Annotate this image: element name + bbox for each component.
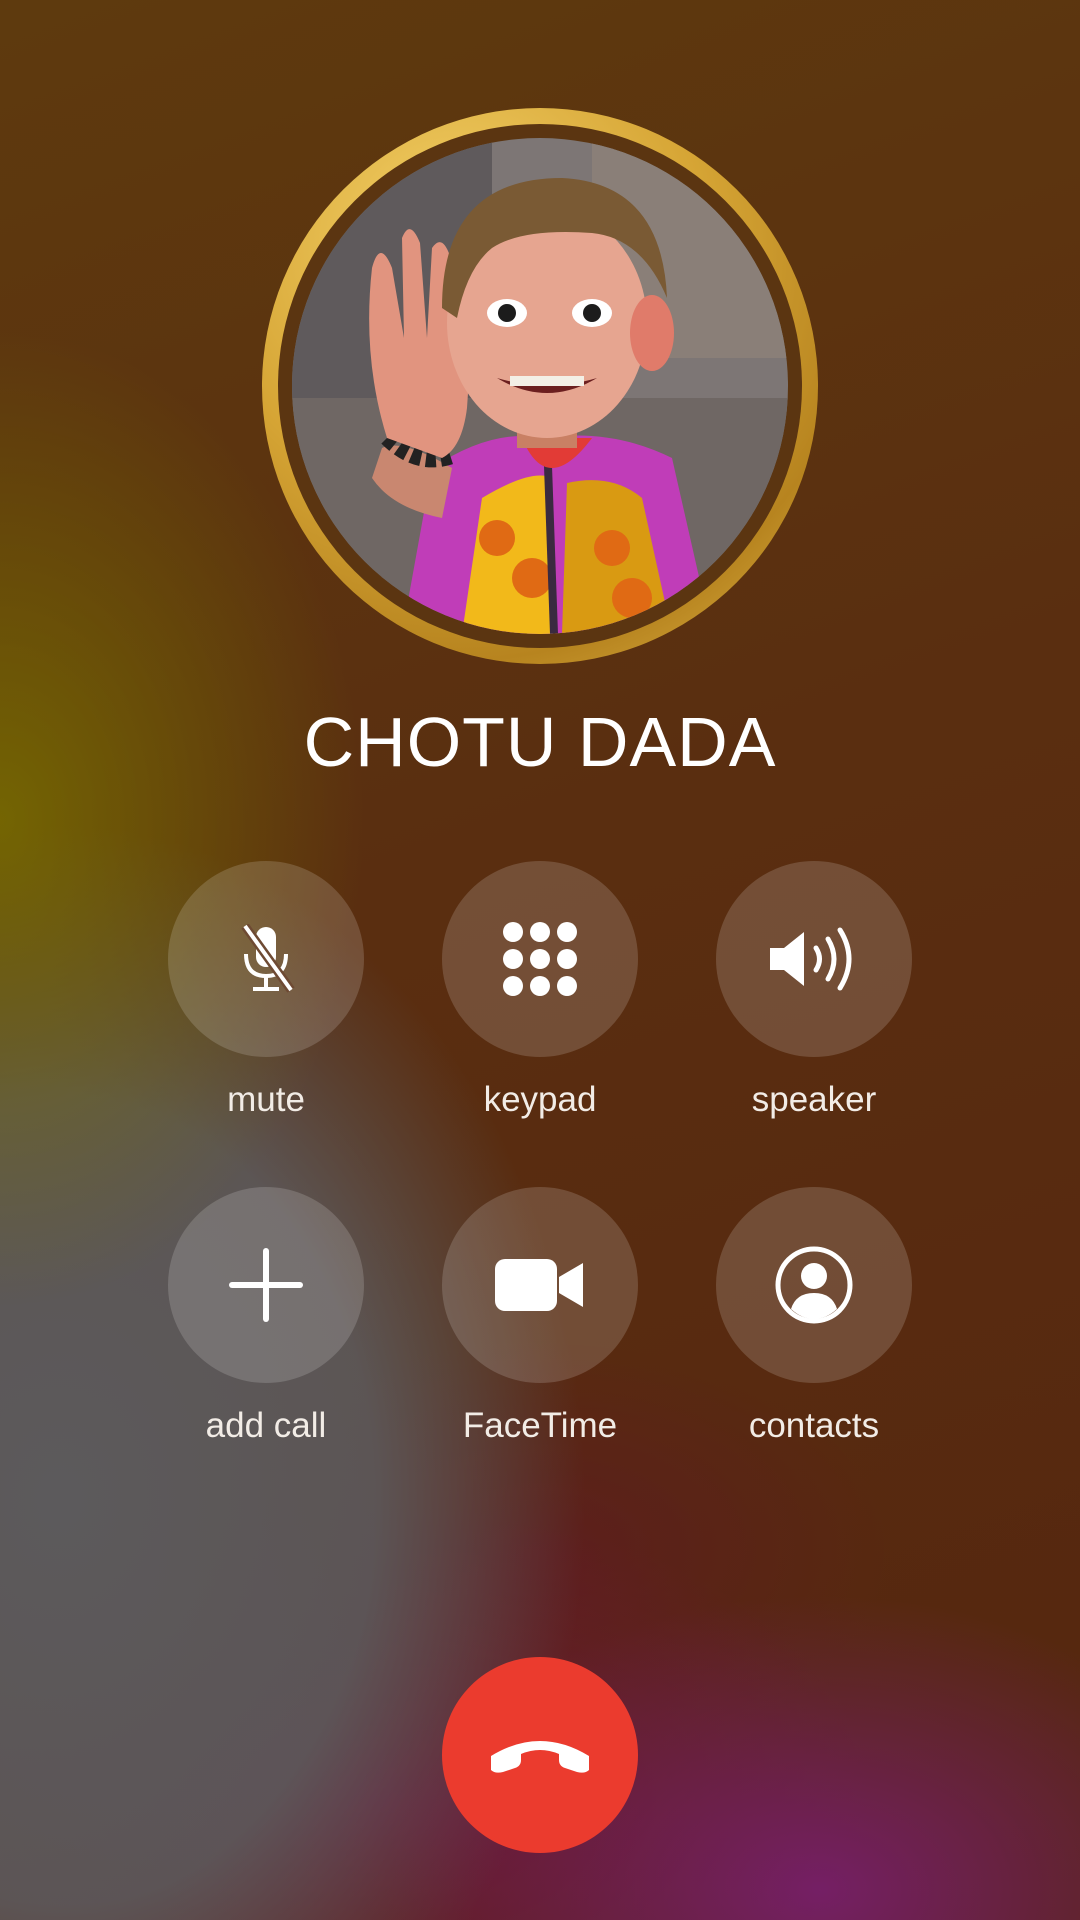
phone-hangup-icon — [485, 1732, 595, 1778]
contacts-label: contacts — [748, 1406, 880, 1445]
add-call-button[interactable] — [168, 1187, 364, 1383]
mic-slash-icon — [231, 924, 301, 994]
facetime-label: FaceTime — [462, 1406, 618, 1445]
keypad-icon — [500, 919, 580, 999]
contacts-button[interactable] — [716, 1187, 912, 1383]
video-camera-icon — [493, 1255, 587, 1315]
plus-icon — [228, 1247, 304, 1323]
speaker-button[interactable] — [716, 861, 912, 1057]
keypad-button[interactable] — [442, 861, 638, 1057]
speaker-wave-icon — [766, 924, 862, 994]
facetime-button[interactable] — [442, 1187, 638, 1383]
add-call-label: add call — [205, 1406, 327, 1445]
mute-button[interactable] — [168, 861, 364, 1057]
person-circle-icon — [774, 1245, 854, 1325]
caller-photo-illustration — [292, 138, 788, 634]
end-call-button[interactable] — [442, 1657, 638, 1853]
call-screen: CHOTU DADA mute keypad speaker add call … — [0, 0, 1080, 1920]
speaker-label: speaker — [751, 1080, 877, 1119]
mute-label: mute — [227, 1080, 305, 1119]
keypad-label: keypad — [483, 1080, 597, 1119]
caller-avatar — [292, 138, 788, 634]
caller-name: CHOTU DADA — [303, 703, 777, 781]
